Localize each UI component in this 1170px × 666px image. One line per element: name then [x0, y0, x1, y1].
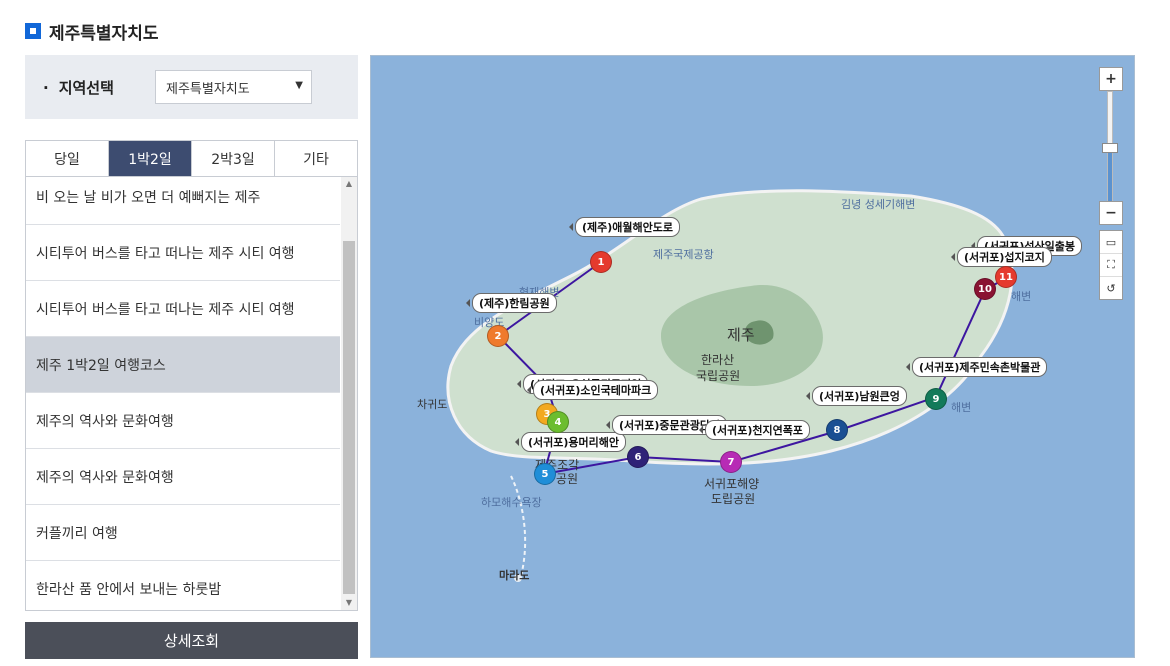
map-label-chagwido: 차귀도	[417, 398, 448, 411]
route-marker-5[interactable]: 5	[534, 463, 556, 485]
page-title-text: 제주특별자치도	[49, 23, 159, 44]
list-item[interactable]: 시티투어 버스를 타고 떠나는 제주 시티 여행	[26, 225, 340, 281]
place-label-cheonjiyeon[interactable]: (서귀포)천지연폭포	[698, 420, 811, 440]
place-label-soingook[interactable]: (서귀포)소인국테마파크	[526, 380, 659, 400]
map-label-airport: 제주국제공항	[653, 248, 714, 261]
map-label-gimnyeong: 김녕 성세기해변	[841, 198, 916, 211]
ruler-icon[interactable]: ▭	[1100, 231, 1122, 254]
map-label-sculpture-park: 공원	[556, 472, 579, 486]
tab-day[interactable]: 당일	[26, 141, 109, 176]
list-item[interactable]: 제주의 역사와 문화여행	[26, 449, 340, 505]
reset-icon[interactable]: ↺	[1100, 277, 1122, 299]
duration-tabs: 당일 1박2일 2박3일 기타	[25, 140, 358, 176]
list-item[interactable]: 시티투어 버스를 타고 떠나는 제주 시티 여행	[26, 281, 340, 337]
place-label-yongmeori[interactable]: (서귀포)용머리해안	[514, 432, 627, 452]
map-label-hamo: 하모해수욕장	[481, 496, 542, 509]
route-marker-11[interactable]: 11	[995, 266, 1017, 288]
map-label-park: 국립공원	[696, 369, 741, 383]
region-select[interactable]: 제주특별자치도 ▼	[155, 70, 312, 104]
map-label-jeju: 제주	[727, 326, 755, 344]
place-label-aewol[interactable]: (제주)애월해안도로	[568, 217, 681, 237]
place-label-namwon[interactable]: (서귀포)남원큰엉	[806, 386, 907, 406]
detail-view-button[interactable]: 상세조회	[25, 622, 358, 659]
course-list: 비 오는 날 비가 오면 더 예뻐지는 제주 시티투어 버스를 타고 떠나는 제…	[25, 176, 358, 611]
tab-2nights-3days[interactable]: 2박3일	[192, 141, 275, 176]
map-label-hallasan: 한라산	[701, 353, 735, 367]
map-tools: ▭ ⛶ ↺	[1099, 230, 1123, 300]
list-item[interactable]: 커플끼리 여행	[26, 505, 340, 561]
place-label-folk-village[interactable]: (서귀포)제주민속촌박물관	[905, 357, 1048, 377]
list-item[interactable]: 비 오는 날 비가 오면 더 예뻐지는 제주	[26, 177, 340, 225]
route-marker-10[interactable]: 10	[974, 278, 996, 300]
scrollbar-thumb[interactable]	[343, 241, 355, 594]
tab-other[interactable]: 기타	[275, 141, 357, 176]
title-square-icon	[25, 23, 41, 39]
list-item[interactable]: 한라산 품 안에서 보내는 하룻밤	[26, 561, 340, 610]
dropdown-arrow-icon: ▼	[295, 80, 303, 91]
zoom-out-button[interactable]: −	[1099, 201, 1123, 225]
list-item-selected[interactable]: 제주 1박2일 여행코스	[26, 337, 340, 393]
map-view[interactable]: 제주 한라산 국립공원 제주국제공항 김녕 성세기해변 협재해변 비양도 차귀도…	[370, 55, 1135, 658]
route-marker-7[interactable]: 7	[720, 451, 742, 473]
route-marker-9[interactable]: 9	[925, 388, 947, 410]
list-scrollbar[interactable]: ▲ ▼	[341, 177, 357, 610]
route-marker-1[interactable]: 1	[590, 251, 612, 273]
route-marker-8[interactable]: 8	[826, 419, 848, 441]
map-label-seogwipo-park: 도립공원	[711, 492, 756, 506]
route-marker-6[interactable]: 6	[627, 446, 649, 468]
route-marker-2[interactable]: 2	[487, 325, 509, 347]
map-label-beach-east: 해변	[1011, 290, 1032, 303]
zoom-slider-handle[interactable]	[1102, 143, 1118, 153]
course-panel: 지역선택 제주특별자치도 ▼ 당일 1박2일 2박3일 기타 비 오는 날 비가…	[25, 55, 358, 659]
tab-1night-2days[interactable]: 1박2일	[109, 141, 192, 176]
list-item[interactable]: 제주의 역사와 문화여행	[26, 393, 340, 449]
page-title: 제주특별자치도	[25, 20, 159, 44]
region-label: 지역선택	[43, 77, 155, 98]
route-marker-4[interactable]: 4	[547, 411, 569, 433]
place-label-hallim[interactable]: (제주)한림공원	[466, 293, 557, 313]
scroll-down-icon[interactable]: ▼	[341, 596, 357, 610]
area-icon[interactable]: ⛶	[1100, 254, 1122, 277]
zoom-in-button[interactable]: +	[1099, 67, 1123, 91]
scroll-up-icon[interactable]: ▲	[341, 177, 357, 191]
place-label-seopjikoji[interactable]: (서귀포)섭지코지	[951, 247, 1052, 267]
map-label-beach-south: 해변	[951, 401, 972, 414]
region-selector: 지역선택 제주특별자치도 ▼	[25, 55, 358, 119]
region-select-value: 제주특별자치도	[166, 81, 250, 97]
map-label-marado: 마라도	[499, 569, 530, 582]
zoom-control: + −	[1099, 67, 1123, 225]
sea-route	[510, 475, 527, 577]
zoom-slider[interactable]	[1099, 91, 1121, 201]
